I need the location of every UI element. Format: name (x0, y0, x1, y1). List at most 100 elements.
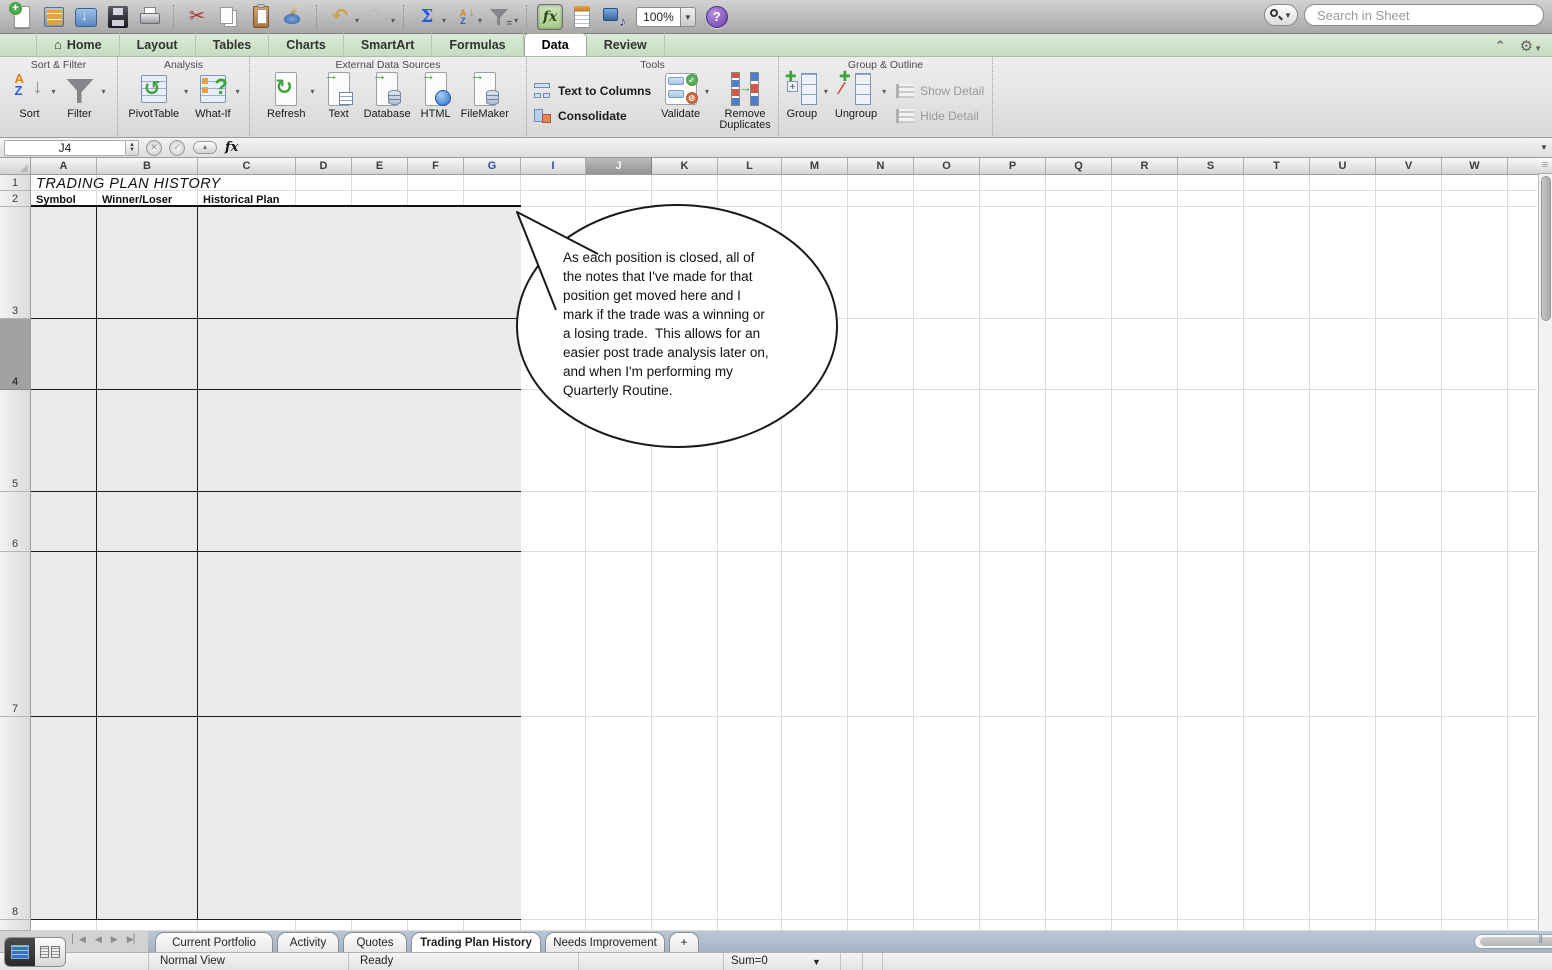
table-cell[interactable] (31, 319, 97, 390)
column-header-U[interactable]: U (1310, 158, 1376, 175)
tab-smartart[interactable]: SmartArt (344, 33, 433, 56)
remove-duplicates-button[interactable]: →Remove Duplicates (716, 71, 774, 131)
tab-layout[interactable]: Layout (120, 33, 196, 56)
open-folder-icon[interactable]: ↓ (73, 4, 99, 30)
column-header-partial[interactable] (1508, 158, 1539, 175)
column-header-E[interactable]: E (352, 158, 408, 175)
row-header-8[interactable]: 8 (0, 717, 31, 920)
table-cell[interactable] (198, 207, 521, 319)
sheet-tab-trading-plan-history[interactable]: Trading Plan History (411, 932, 541, 952)
column-header-D[interactable]: D (296, 158, 352, 175)
table-cell[interactable] (97, 207, 198, 319)
first-sheet-icon[interactable]: ▏◀ (72, 934, 86, 945)
normal-view-button[interactable] (5, 938, 35, 966)
column-header-J[interactable]: J (586, 158, 652, 175)
dropdown-caret-icon[interactable]: ▾ (236, 87, 240, 96)
sheet-tab-quotes[interactable]: Quotes (343, 932, 407, 952)
group-button[interactable]: ✚+▾Group (785, 71, 819, 120)
zoom-value[interactable]: 100% (636, 7, 680, 27)
worksheet-area[interactable]: ABCDEFGIJKLMNOPQRSTUVW 12345678 TRADING … (0, 158, 1552, 931)
select-all-corner[interactable] (0, 158, 31, 175)
database-button[interactable]: →Database (364, 71, 411, 120)
cut-icon[interactable]: ✂ (184, 4, 210, 30)
sort-az-icon[interactable]: AZ↓ (450, 4, 476, 30)
column-header-L[interactable]: L (718, 158, 782, 175)
column-header-W[interactable]: W (1442, 158, 1508, 175)
format-painter-icon[interactable] (280, 4, 306, 30)
table-cell[interactable] (97, 492, 198, 552)
tab-formulas[interactable]: Formulas (432, 33, 523, 56)
add-sheet-tab[interactable]: + (669, 932, 699, 952)
table-cell[interactable] (198, 492, 521, 552)
column-header-A[interactable]: A (31, 158, 97, 175)
table-cell[interactable] (97, 390, 198, 492)
consolidate-button[interactable]: Consolidate (533, 107, 651, 125)
tab-review[interactable]: Review (587, 33, 665, 56)
prev-sheet-icon[interactable]: ◀ (95, 934, 102, 945)
formula-options-pill[interactable]: ▲ (193, 141, 217, 154)
table-cell[interactable] (198, 552, 521, 717)
gear-icon[interactable]: ⚙▼ (1520, 37, 1542, 55)
column-header-G[interactable]: G (464, 158, 521, 175)
sheet-tab-needs-improvement[interactable]: Needs Improvement (545, 932, 665, 952)
redo-icon[interactable]: ↷ (363, 4, 389, 30)
column-header-F[interactable]: F (408, 158, 464, 175)
table-cell[interactable] (198, 717, 521, 920)
column-header-R[interactable]: R (1112, 158, 1178, 175)
column-header-C[interactable]: C (198, 158, 296, 175)
row-header-4[interactable]: 4 (0, 319, 31, 390)
row-header-6[interactable]: 6 (0, 492, 31, 552)
tab-home[interactable]: ⌂Home (36, 33, 120, 56)
text-to-columns-button[interactable]: Text to Columns (533, 82, 651, 100)
collapse-ribbon-icon[interactable]: ⌃ (1495, 38, 1506, 54)
search-input[interactable] (1304, 4, 1544, 26)
column-header-P[interactable]: P (980, 158, 1046, 175)
search-menu-button[interactable]: ▼ (1264, 4, 1298, 26)
column-header-Q[interactable]: Q (1046, 158, 1112, 175)
name-box-stepper[interactable]: ▲▼ (126, 140, 139, 156)
paste-icon[interactable] (248, 4, 274, 30)
column-header-V[interactable]: V (1376, 158, 1442, 175)
table-cell[interactable] (97, 319, 198, 390)
sheet-tab-activity[interactable]: Activity (277, 932, 339, 952)
sheet-title-cell[interactable]: TRADING PLAN HISTORY (36, 176, 221, 192)
what-if-button[interactable]: ?▾What-If (195, 71, 230, 120)
sort-button[interactable]: AZ↓▾Sort (13, 71, 47, 120)
table-cell[interactable] (31, 717, 97, 920)
help-button[interactable]: ? (706, 6, 728, 28)
dropdown-caret-icon[interactable]: ▾ (311, 87, 315, 96)
refresh-button[interactable]: ↻▾Refresh (267, 71, 306, 120)
tab-tables[interactable]: Tables (196, 33, 270, 56)
new-document-icon[interactable]: + (9, 4, 35, 30)
column-header-B[interactable]: B (97, 158, 198, 175)
insert-function-icon[interactable]: fx (225, 140, 238, 155)
zoom-control[interactable]: 100% ▼ (636, 7, 696, 27)
dropdown-caret-icon[interactable]: ▾ (184, 87, 188, 96)
row-header-1[interactable]: 1 (0, 175, 31, 191)
row-header-7[interactable]: 7 (0, 552, 31, 717)
dropdown-caret-icon[interactable]: ▾ (442, 16, 446, 25)
formula-input[interactable] (246, 140, 1536, 156)
table-cell[interactable] (198, 319, 521, 390)
column-header-I[interactable]: I (521, 158, 586, 175)
tab-data[interactable]: Data (524, 33, 587, 56)
page-layout-view-button[interactable] (35, 938, 65, 966)
vertical-scrollbar[interactable] (1538, 158, 1552, 931)
formula-builder-icon[interactable]: fx (537, 4, 563, 30)
next-sheet-icon[interactable]: ▶ (111, 934, 118, 945)
table-cell[interactable] (31, 552, 97, 717)
dropdown-caret-icon[interactable]: ▾ (51, 87, 55, 96)
cancel-entry-icon[interactable]: ✕ (146, 140, 162, 156)
open-gallery-icon[interactable] (41, 4, 67, 30)
table-cell[interactable] (97, 717, 198, 920)
text-button[interactable]: →Text (322, 71, 356, 120)
column-header-K[interactable]: K (652, 158, 718, 175)
row-header-3[interactable]: 3 (0, 207, 31, 319)
split-handle-icon[interactable]: ☰ (1538, 158, 1552, 174)
table-cell[interactable] (97, 552, 198, 717)
resize-grip-icon[interactable]: ‖ (1538, 934, 1544, 946)
save-icon[interactable] (105, 4, 131, 30)
table-cell[interactable] (31, 492, 97, 552)
formula-bar-caret-icon[interactable]: ▼ (1536, 143, 1552, 152)
dropdown-caret-icon[interactable]: ▾ (824, 87, 828, 96)
